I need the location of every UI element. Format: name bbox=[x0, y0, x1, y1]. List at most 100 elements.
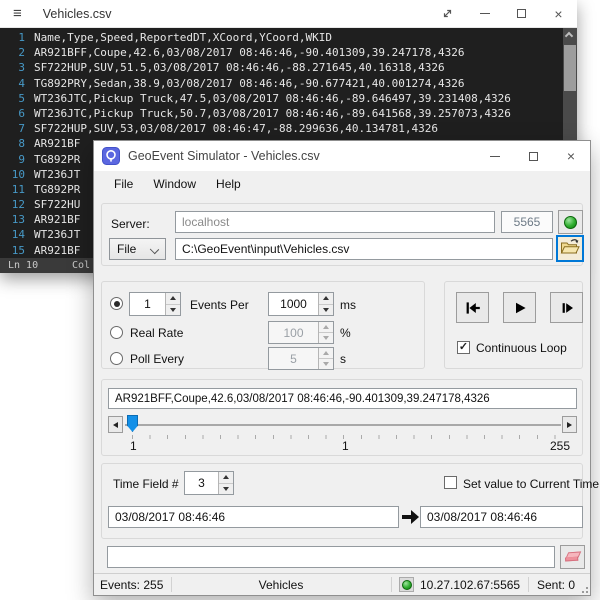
sent-count: Sent: 0 bbox=[537, 578, 575, 592]
server-address: 10.27.102.67:5565 bbox=[420, 578, 520, 592]
line-text: WT236JTC,Pickup Truck,50.7,03/08/2017 08… bbox=[34, 106, 511, 121]
event-count-spinner[interactable]: 1 bbox=[129, 292, 181, 316]
editor-line[interactable]: 5WT236JTC,Pickup Truck,47.5,03/08/2017 0… bbox=[0, 91, 577, 106]
time-to-field[interactable]: 03/08/2017 08:46:46 bbox=[420, 506, 583, 528]
maximize-icon[interactable] bbox=[514, 141, 552, 171]
events-per-radio[interactable] bbox=[110, 297, 123, 310]
slider-left-arrow[interactable] bbox=[108, 416, 123, 433]
editor-title: Vehicles.csv bbox=[43, 7, 112, 21]
line-text: AR921BF bbox=[34, 136, 80, 151]
poll-spinner: 5 bbox=[268, 347, 334, 370]
expand-icon[interactable] bbox=[429, 0, 466, 27]
line-text: SF722HU bbox=[34, 197, 80, 212]
step-button[interactable] bbox=[550, 292, 583, 323]
geoevent-logo-icon bbox=[102, 147, 120, 165]
simulator-window: GeoEvent Simulator - Vehicles.csv × File… bbox=[93, 140, 591, 596]
column-indicator: Col bbox=[72, 258, 90, 273]
editor-line[interactable]: 2AR921BFF,Coupe,42.6,03/08/2017 08:46:46… bbox=[0, 45, 577, 60]
line-text: WT236JT bbox=[34, 227, 80, 242]
minimize-icon[interactable] bbox=[476, 141, 514, 171]
server-input[interactable]: localhost bbox=[175, 211, 495, 233]
event-slider-thumb[interactable] bbox=[127, 415, 138, 432]
rate-group: 1 Events Per 1000 ms Real Rate 100 % Pol… bbox=[101, 281, 425, 369]
window-title: GeoEvent Simulator - Vehicles.csv bbox=[128, 149, 320, 163]
editor-titlebar: ≡ Vehicles.csv × bbox=[0, 0, 577, 28]
line-text: AR921BFF,Coupe,42.6,03/08/2017 08:46:46,… bbox=[34, 45, 464, 60]
current-event-field[interactable]: AR921BFF,Coupe,42.6,03/08/2017 08:46:46,… bbox=[108, 388, 577, 409]
maximize-icon[interactable] bbox=[503, 0, 540, 27]
line-number: 7 bbox=[0, 121, 34, 136]
rewind-button[interactable] bbox=[456, 292, 489, 323]
menu-file[interactable]: File bbox=[104, 173, 143, 195]
editor-line[interactable]: 1Name,Type,Speed,ReportedDT,XCoord,YCoor… bbox=[0, 30, 577, 45]
source-type-select[interactable]: File bbox=[109, 238, 166, 260]
line-number: 11 bbox=[0, 182, 34, 197]
line-text: TG892PR bbox=[34, 182, 80, 197]
editor-line[interactable]: 3SF722HUP,SUV,51.5,03/08/2017 08:46:46,-… bbox=[0, 60, 577, 75]
real-rate-spinner: 100 bbox=[268, 321, 334, 344]
line-number: 1 bbox=[0, 30, 34, 45]
scrollbar-thumb[interactable] bbox=[564, 45, 576, 91]
spinner-down-icon[interactable] bbox=[219, 483, 233, 495]
arrow-right-icon bbox=[402, 510, 419, 524]
events-count: Events: 255 bbox=[100, 578, 163, 592]
clear-button[interactable] bbox=[560, 545, 585, 569]
spinner-up-icon[interactable] bbox=[219, 472, 233, 483]
continuous-loop-checkbox[interactable]: ✓ bbox=[457, 341, 470, 354]
real-rate-radio[interactable] bbox=[110, 326, 123, 339]
editor-line[interactable]: 4TG892PRY,Sedan,38.9,03/08/2017 08:46:46… bbox=[0, 76, 577, 91]
line-number: 13 bbox=[0, 212, 34, 227]
menu-window[interactable]: Window bbox=[143, 173, 206, 195]
line-indicator: Ln 10 bbox=[8, 258, 38, 273]
slider-min-label: 1 bbox=[130, 439, 137, 453]
menu-help[interactable]: Help bbox=[206, 173, 251, 195]
slider-max-label: 255 bbox=[550, 439, 570, 453]
playback-group: ✓ Continuous Loop bbox=[444, 281, 583, 369]
editor-line[interactable]: 7SF722HUP,SUV,53,03/08/2017 08:46:47,-88… bbox=[0, 121, 577, 136]
spinner-up-icon[interactable] bbox=[319, 293, 333, 304]
line-text: TG892PRY,Sedan,38.9,03/08/2017 08:46:46,… bbox=[34, 76, 464, 91]
output-field[interactable] bbox=[107, 546, 555, 568]
spinner-down-icon[interactable] bbox=[319, 304, 333, 316]
editor-line[interactable]: 6WT236JTC,Pickup Truck,50.7,03/08/2017 0… bbox=[0, 106, 577, 121]
folder-open-icon bbox=[560, 238, 580, 260]
line-text: AR921BF bbox=[34, 212, 80, 227]
line-number: 14 bbox=[0, 227, 34, 242]
port-input[interactable]: 5565 bbox=[501, 211, 553, 233]
event-group: AR921BFF,Coupe,42.6,03/08/2017 08:46:46,… bbox=[101, 379, 583, 456]
resize-grip[interactable] bbox=[578, 583, 588, 593]
scroll-up-icon[interactable] bbox=[565, 32, 573, 40]
slider-right-arrow[interactable] bbox=[562, 416, 577, 433]
line-text: SF722HUP,SUV,53,03/08/2017 08:46:47,-88.… bbox=[34, 121, 438, 136]
feed-name: Vehicles bbox=[171, 578, 391, 592]
interval-spinner[interactable]: 1000 bbox=[268, 292, 334, 316]
connect-button[interactable] bbox=[558, 210, 583, 234]
continuous-loop-label: Continuous Loop bbox=[476, 341, 567, 355]
close-icon[interactable]: × bbox=[552, 141, 590, 171]
line-number: 3 bbox=[0, 60, 34, 75]
eraser-icon bbox=[564, 551, 581, 562]
interval-unit-label: ms bbox=[340, 298, 356, 312]
minimize-icon[interactable] bbox=[466, 0, 503, 27]
source-type-value: File bbox=[117, 242, 136, 256]
line-text: AR921BF bbox=[34, 243, 80, 258]
spinner-up-icon[interactable] bbox=[166, 293, 180, 304]
close-icon[interactable]: × bbox=[540, 0, 577, 27]
file-path-input[interactable]: C:\GeoEvent\input\Vehicles.csv bbox=[175, 238, 553, 260]
spinner-down-icon[interactable] bbox=[166, 304, 180, 316]
events-per-label: Events Per bbox=[190, 298, 249, 312]
event-slider-track[interactable] bbox=[125, 424, 561, 426]
line-number: 4 bbox=[0, 76, 34, 91]
time-group: Time Field # 3 Set value to Current Time… bbox=[101, 463, 583, 539]
time-from-field[interactable]: 03/08/2017 08:46:46 bbox=[108, 506, 399, 528]
time-field-label: Time Field # bbox=[113, 477, 179, 491]
line-text: TG892PR bbox=[34, 152, 80, 167]
poll-every-radio[interactable] bbox=[110, 352, 123, 365]
browse-button[interactable] bbox=[556, 235, 584, 262]
set-current-time-checkbox[interactable] bbox=[444, 476, 457, 489]
poll-every-label: Poll Every bbox=[130, 352, 184, 366]
menubar: File Window Help bbox=[94, 171, 590, 197]
time-field-spinner[interactable]: 3 bbox=[184, 471, 234, 495]
play-button[interactable] bbox=[503, 292, 536, 323]
menu-icon[interactable]: ≡ bbox=[13, 6, 22, 21]
